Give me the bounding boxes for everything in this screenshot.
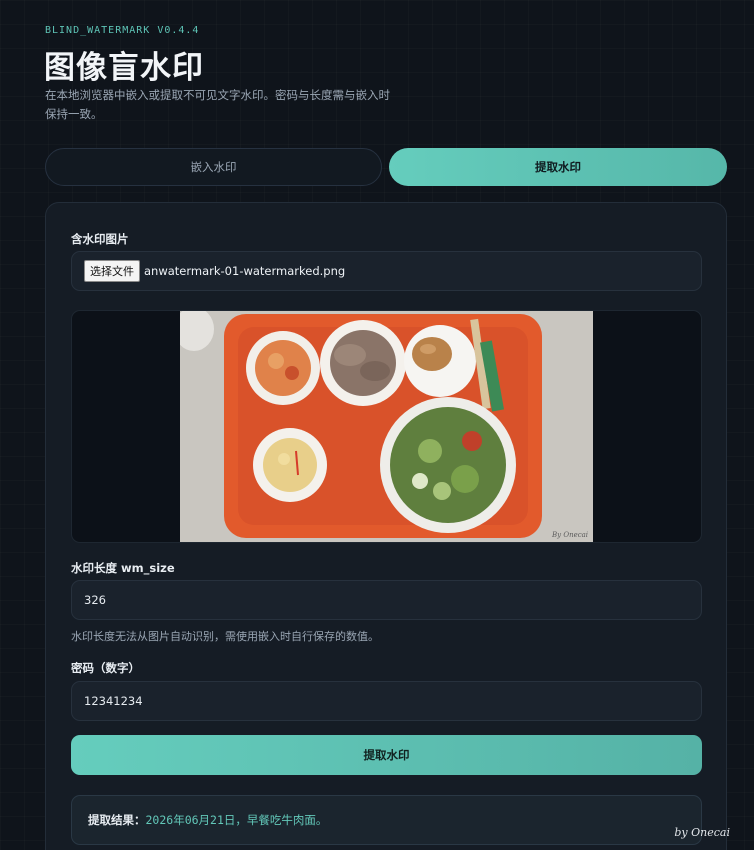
wm-size-hint: 水印长度无法从图片自动识别，需使用嵌入时自行保存的数值。	[71, 630, 379, 643]
tab-embed[interactable]: 嵌入水印	[45, 148, 382, 186]
result-label: 提取结果：	[88, 813, 146, 827]
password-input[interactable]: 12341234	[71, 681, 702, 721]
extract-card: 含水印图片 选择文件 anwatermark-01-watermarked.pn…	[45, 202, 727, 850]
result-box: 提取结果： 2026年06月21日，早餐吃牛肉面。	[71, 795, 702, 845]
image-label: 含水印图片	[71, 232, 129, 246]
result-value: 2026年06月21日，早餐吃牛肉面。	[145, 813, 328, 827]
tab-extract[interactable]: 提取水印	[389, 148, 727, 186]
password-label: 密码（数字）	[71, 661, 140, 675]
page-subtitle: 在本地浏览器中嵌入或提取不可见文字水印。密码与长度需与嵌入时保持一致。	[45, 88, 390, 121]
image-signature: By Onecai	[551, 531, 588, 539]
file-name: anwatermark-01-watermarked.png	[144, 264, 346, 278]
version-label: BLIND_WATERMARK V0.4.4	[45, 25, 200, 36]
wm-size-label: 水印长度 wm_size	[71, 561, 175, 575]
page-title: 图像盲水印	[44, 50, 204, 86]
watermarked-image: By Onecai	[180, 311, 593, 542]
choose-file-button[interactable]: 选择文件	[84, 260, 140, 282]
extract-button[interactable]: 提取水印	[71, 735, 702, 775]
byline: by Onecai	[674, 826, 730, 839]
image-preview: By Onecai	[71, 310, 702, 543]
wm-size-input[interactable]: 326	[71, 580, 702, 620]
file-input[interactable]: 选择文件 anwatermark-01-watermarked.png	[71, 251, 702, 291]
